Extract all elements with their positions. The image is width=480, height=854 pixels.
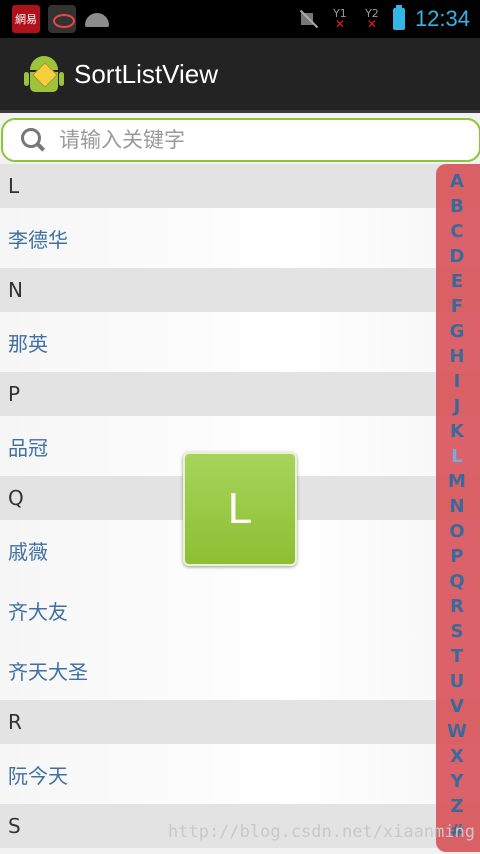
search-input[interactable] <box>57 127 441 153</box>
list-item[interactable]: 李德华 <box>0 208 480 268</box>
section-header: N <box>0 268 480 312</box>
sidebar-letter-o[interactable]: O <box>436 519 478 544</box>
sidebar-letter-e[interactable]: E <box>436 269 478 294</box>
section-header: P <box>0 372 480 416</box>
sim2-signal-icon: Y2 ✕ <box>365 7 379 31</box>
sidebar-letter-y[interactable]: Y <box>436 769 478 794</box>
sidebar-letter-d[interactable]: D <box>436 244 478 269</box>
clock: 12:34 <box>414 6 470 31</box>
section-header: L <box>0 164 480 208</box>
sidebar-letter-f[interactable]: F <box>436 294 478 319</box>
overlay-letter: L <box>227 484 253 533</box>
sidebar-letter-g[interactable]: G <box>436 319 478 344</box>
notification-icons: 網易 <box>0 0 110 38</box>
list-item[interactable]: 阮今天 <box>0 744 480 804</box>
section-header: R <box>0 700 480 744</box>
sidebar-letter-c[interactable]: C <box>436 219 478 244</box>
sidebar-letter-a[interactable]: A <box>436 169 478 194</box>
sidebar-letter-n[interactable]: N <box>436 494 478 519</box>
sidebar-letter-z[interactable]: Z <box>436 794 478 819</box>
search-icon <box>21 128 45 152</box>
sidebar-letter-k[interactable]: K <box>436 419 478 444</box>
system-icons: Y1 ✕ Y2 ✕ 12:34 <box>297 0 480 38</box>
sidebar-letter-m[interactable]: M <box>436 469 478 494</box>
android-app-icon[interactable] <box>24 52 64 96</box>
app-title: SortListView <box>74 58 219 89</box>
alphabet-index-sidebar[interactable]: A B C D E F G H I J K L M N O P Q R S T U V W X Y Z # <box>436 164 480 852</box>
action-bar: SortListView <box>0 38 480 113</box>
sidebar-letter-q[interactable]: Q <box>436 569 478 594</box>
battery-charging-icon <box>392 5 405 30</box>
sidebar-letter-i[interactable]: I <box>436 369 478 394</box>
sidebar-letter-s[interactable]: S <box>436 619 478 644</box>
sidebar-letter-r[interactable]: R <box>436 594 478 619</box>
sidebar-letter-t[interactable]: T <box>436 644 478 669</box>
sidebar-letter-w[interactable]: W <box>436 719 478 744</box>
sidebar-letter-v[interactable]: V <box>436 694 478 719</box>
sim1-signal-icon: Y1 ✕ <box>333 7 347 31</box>
sidebar-letter-x[interactable]: X <box>436 744 478 769</box>
watermark: http://blog.csdn.net/xiaanming <box>168 822 476 842</box>
list-item[interactable]: 那英 <box>0 312 480 372</box>
android-icon <box>84 9 110 29</box>
wo-app-icon <box>48 5 76 33</box>
mute-icon <box>297 8 319 30</box>
sidebar-letter-l[interactable]: L <box>436 444 478 469</box>
list-item[interactable]: 齐天大圣 <box>0 640 480 700</box>
sidebar-letter-b[interactable]: B <box>436 194 478 219</box>
search-bar <box>0 113 480 165</box>
sidebar-letter-u[interactable]: U <box>436 669 478 694</box>
netease-news-icon: 網易 <box>12 5 40 33</box>
selected-letter-overlay: L <box>183 452 297 566</box>
list-item[interactable]: 齐大友 <box>0 580 480 640</box>
status-bar: 網易 Y1 ✕ Y2 ✕ 12:34 <box>0 0 480 38</box>
sidebar-letter-j[interactable]: J <box>436 394 478 419</box>
sidebar-letter-p[interactable]: P <box>436 544 478 569</box>
sidebar-letter-h[interactable]: H <box>436 344 478 369</box>
search-field-container[interactable] <box>1 118 480 162</box>
